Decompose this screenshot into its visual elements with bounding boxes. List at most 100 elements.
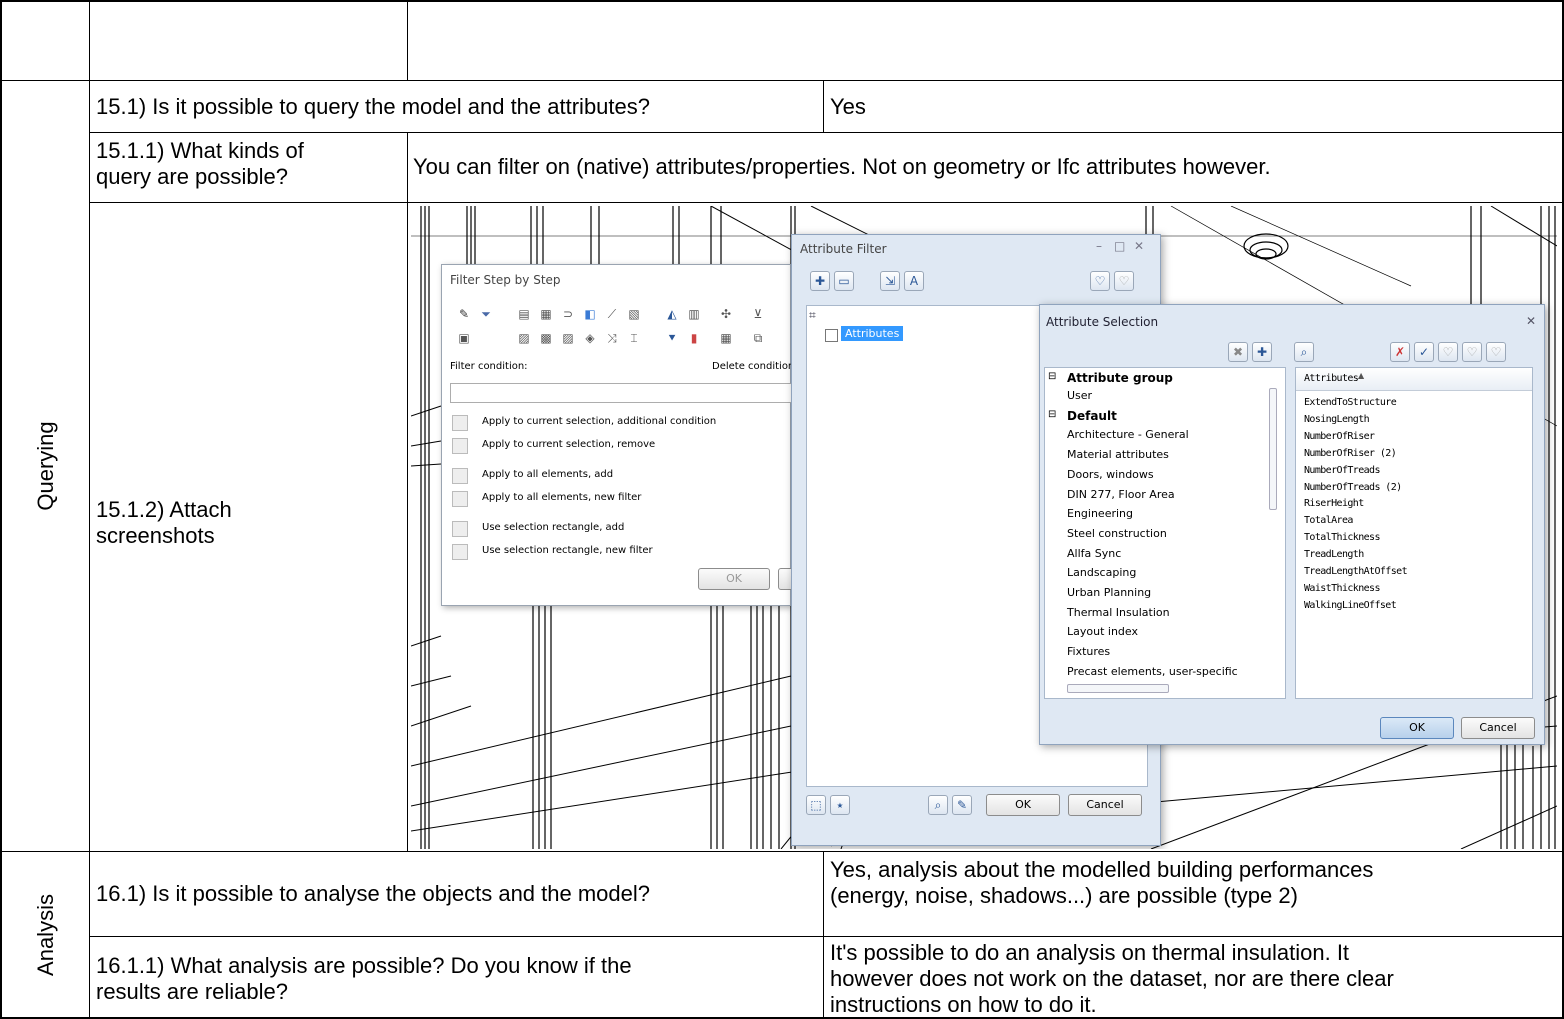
ok-button[interactable]: OK: [698, 568, 770, 590]
filter-sum-icon[interactable]: ⊻: [748, 305, 768, 325]
open-icon[interactable]: ⬚: [806, 795, 826, 815]
attribute-item[interactable]: WalkingLineOffset: [1304, 600, 1397, 611]
column-divider: [823, 851, 824, 1019]
dialog-title: Filter Step by Step: [450, 273, 561, 287]
uncheck-all-icon[interactable]: ✗: [1390, 342, 1410, 362]
filter-bitmap-icon[interactable]: ▨: [558, 329, 578, 349]
option-row[interactable]: Apply to current selection, additional c…: [452, 415, 782, 433]
filter-element-icon[interactable]: ◭: [662, 305, 682, 325]
favorite-remove-icon[interactable]: ♡: [1462, 342, 1482, 362]
attribute-group-item[interactable]: Landscaping: [1067, 566, 1136, 579]
cancel-button[interactable]: Cancel: [1068, 794, 1142, 816]
attribute-item[interactable]: TreadLength: [1304, 549, 1364, 560]
favorite-clear-icon[interactable]: ♡: [1486, 342, 1506, 362]
filter-condition-input[interactable]: [450, 383, 797, 403]
option-row[interactable]: Use selection rectangle, add: [452, 521, 782, 539]
attribute-group-item[interactable]: Fixtures: [1067, 645, 1110, 658]
question-16-1-1-line2: results are reliable?: [96, 979, 288, 1004]
attribute-group-item[interactable]: Doors, windows: [1067, 468, 1154, 481]
horizontal-scrollbar-thumb[interactable]: [1067, 684, 1169, 693]
maximize-icon[interactable]: □: [1114, 239, 1125, 253]
close-icon[interactable]: ✕: [1134, 239, 1144, 253]
attribute-group-item[interactable]: Steel construction: [1067, 527, 1167, 540]
filter-arrow-icon[interactable]: ⤨: [602, 329, 622, 349]
search-icon[interactable]: ⌕: [1294, 342, 1314, 362]
search-icon[interactable]: ⌕: [928, 795, 948, 815]
option-row[interactable]: Apply to all elements, add: [452, 468, 782, 486]
delete-icon[interactable]: ✖: [1228, 342, 1248, 362]
tree-checkbox[interactable]: [825, 329, 838, 342]
minimize-icon[interactable]: –: [1096, 239, 1102, 253]
attribute-item[interactable]: TotalThickness: [1304, 532, 1380, 543]
filter-table-icon[interactable]: ▦: [716, 329, 736, 349]
attributes-column-header[interactable]: Attributes ▲: [1296, 368, 1532, 391]
attribute-item[interactable]: NumberOfTreads: [1304, 465, 1380, 476]
rename-icon[interactable]: A: [904, 271, 924, 291]
cancel-button[interactable]: Cancel: [1461, 717, 1535, 739]
option-row[interactable]: Apply to all elements, new filter: [452, 491, 782, 509]
attribute-item[interactable]: ExtendToStructure: [1304, 397, 1397, 408]
option-label: Use selection rectangle, new filter: [482, 545, 653, 556]
filter-style-icon[interactable]: ◈: [580, 329, 600, 349]
attribute-group-item[interactable]: User: [1067, 389, 1092, 402]
attribute-group-item[interactable]: Allfa Sync: [1067, 547, 1121, 560]
attribute-item[interactable]: WaistThickness: [1304, 583, 1380, 594]
attribute-item[interactable]: NumberOfTreads (2): [1304, 482, 1402, 493]
filter-pen-icon[interactable]: ⊃: [558, 305, 578, 325]
tree-item-attributes[interactable]: Attributes: [841, 326, 904, 341]
filter-line-icon[interactable]: ⟋: [602, 305, 622, 325]
ok-button[interactable]: OK: [986, 794, 1060, 816]
add-icon[interactable]: ✚: [1252, 342, 1272, 362]
favorite-add-icon[interactable]: ♡: [1090, 271, 1110, 291]
attribute-item[interactable]: TotalArea: [1304, 515, 1353, 526]
filter-hatch-icon[interactable]: ▨: [514, 329, 534, 349]
attribute-group-item[interactable]: Material attributes: [1067, 448, 1169, 461]
collapse-icon[interactable]: ⊟: [1048, 371, 1056, 382]
attribute-group-item[interactable]: DIN 277, Floor Area: [1067, 488, 1175, 501]
import-icon[interactable]: ⇲: [880, 271, 900, 291]
favorite-remove-icon[interactable]: ♡: [1114, 271, 1134, 291]
filter-pattern-icon[interactable]: ▧: [624, 305, 644, 325]
filter-node-icon[interactable]: ✣: [716, 305, 736, 325]
attribute-group-item[interactable]: Engineering: [1067, 507, 1133, 520]
favorite-icon[interactable]: ♡: [1438, 342, 1458, 362]
eyedropper-icon[interactable]: ✎: [454, 305, 474, 325]
attribute-item[interactable]: NosingLength: [1304, 414, 1370, 425]
remove-icon[interactable]: ▭: [834, 271, 854, 291]
filter-layer-icon[interactable]: ▤: [514, 305, 534, 325]
filter-chart-icon[interactable]: ▮: [684, 329, 704, 349]
filter-funnel-icon[interactable]: ⏷: [476, 305, 496, 325]
attribute-item[interactable]: NumberOfRiser (2): [1304, 448, 1397, 459]
filter-stack-icon[interactable]: ⧉: [748, 329, 768, 349]
check-all-icon[interactable]: ✓: [1414, 342, 1434, 362]
scrollbar-thumb[interactable]: [1269, 388, 1277, 510]
attribute-group-item[interactable]: Precast elements, user-specific: [1067, 665, 1238, 678]
eyedropper-icon[interactable]: ✎: [952, 795, 972, 815]
close-icon[interactable]: ✕: [1526, 314, 1536, 328]
filter-toolbar: ✎ ⏷ ▤ ▦ ⊃ ◧ ⟋ ▧ ◭ ▥ ✣ ⊻ ▣ ▨ ▩ ▨ ◈ ⤨ ⌶ ⯆ …: [454, 305, 794, 353]
save-icon[interactable]: ⭑: [830, 795, 850, 815]
attribute-group-item[interactable]: Architecture - General: [1067, 428, 1189, 441]
attribute-item[interactable]: RiserHeight: [1304, 498, 1364, 509]
ok-button[interactable]: OK: [1380, 717, 1454, 739]
filter-object-icon[interactable]: ⯆: [662, 329, 682, 349]
filter-grid-icon[interactable]: ▥: [684, 305, 704, 325]
attribute-item[interactable]: TreadLengthAtOffset: [1304, 566, 1408, 577]
filter-text-icon[interactable]: ⌶: [624, 329, 644, 349]
add-icon[interactable]: ✚: [810, 271, 830, 291]
attribute-group-label: User: [1067, 389, 1093, 402]
option-row[interactable]: Apply to current selection, remove: [452, 438, 782, 456]
filter-color-icon[interactable]: ◧: [580, 305, 600, 325]
attribute-group-item[interactable]: Urban Planning: [1067, 586, 1151, 599]
collapse-icon[interactable]: ⊟: [1048, 409, 1056, 420]
filter-room-icon[interactable]: ▣: [454, 329, 474, 349]
attributes-list: Attributes ▲ ExtendToStructure NosingLeng…: [1295, 367, 1533, 699]
filter-fill-icon[interactable]: ▩: [536, 329, 556, 349]
attribute-group-item[interactable]: ⊟ Default: [1048, 409, 1117, 423]
attribute-group-item[interactable]: Thermal Insulation: [1067, 606, 1170, 619]
attribute-group-item[interactable]: Layout index: [1067, 625, 1138, 638]
option-row[interactable]: Use selection rectangle, new filter: [452, 544, 782, 562]
filter-step-by-step-dialog: Filter Step by Step ✎ ⏷ ▤ ▦ ⊃ ◧ ⟋ ▧ ◭ ▥ …: [441, 264, 818, 606]
filter-type-icon[interactable]: ▦: [536, 305, 556, 325]
attribute-item[interactable]: NumberOfRiser: [1304, 431, 1375, 442]
